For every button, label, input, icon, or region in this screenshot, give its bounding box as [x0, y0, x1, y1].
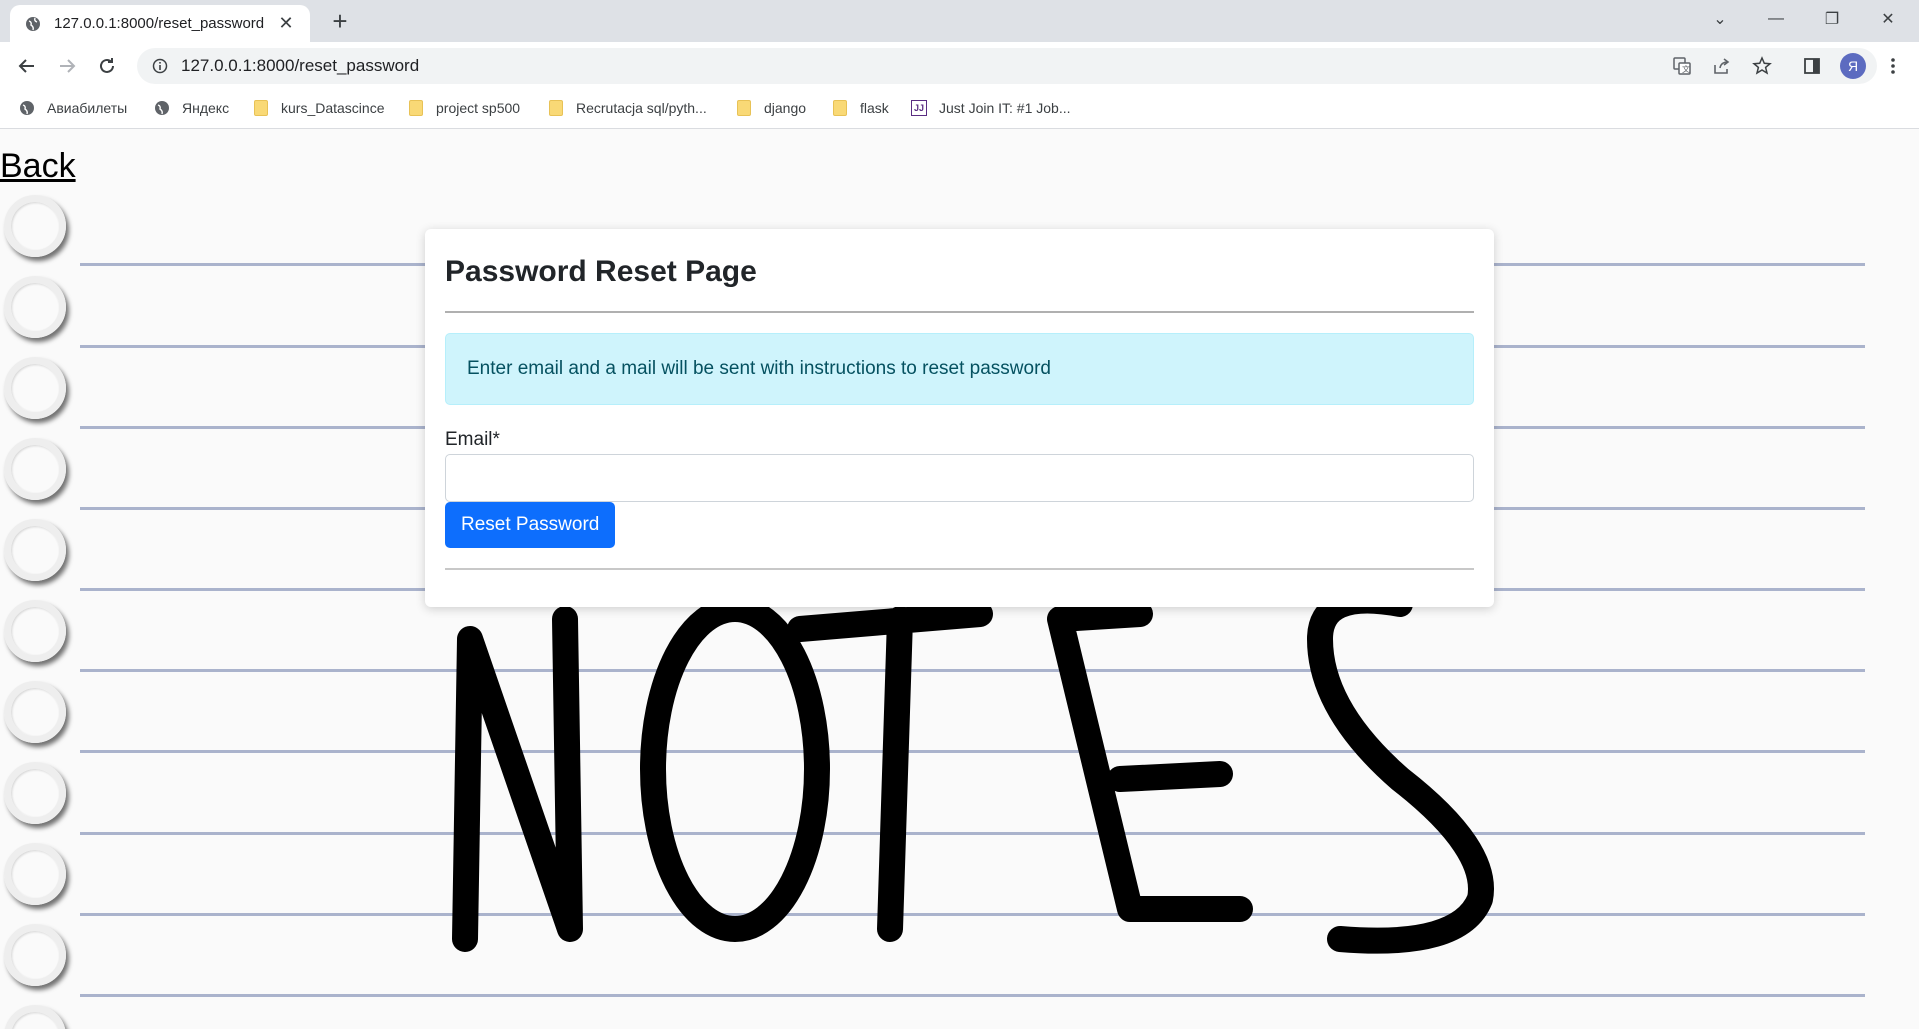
binder-ring [4, 357, 66, 419]
browser-tab[interactable]: 127.0.0.1:8000/reset_password ✕ [10, 5, 310, 42]
tab-title: 127.0.0.1:8000/reset_password [54, 15, 265, 32]
tab-strip: 127.0.0.1:8000/reset_password ✕ + ⌄ — ❐ … [0, 0, 1919, 42]
forward-arrow-icon[interactable] [51, 50, 83, 82]
url-text: 127.0.0.1:8000/reset_password [181, 56, 420, 75]
page-viewport: Back Password Reset Page Enter email and… [0, 129, 1919, 1029]
browser-toolbar: 127.0.0.1:8000/reset_password 文 Я [0, 42, 1919, 88]
reset-password-button[interactable]: Reset Password [445, 502, 616, 548]
folder-icon [736, 100, 752, 116]
bookmark-just-join-it[interactable]: JJ Just Join IT: #1 Job... [911, 96, 1071, 120]
tab-search-chevron-icon[interactable]: ⌄ [1692, 0, 1748, 38]
globe-icon [24, 15, 42, 33]
divider [445, 311, 1474, 313]
restore-button[interactable]: ❐ [1804, 0, 1860, 38]
binder-ring [4, 1005, 66, 1029]
bookmark-yandex[interactable]: Яндекс [154, 96, 229, 120]
reload-icon[interactable] [91, 50, 123, 82]
bookmark-star-icon[interactable] [1746, 50, 1778, 82]
translate-icon[interactable]: 文 [1666, 50, 1698, 82]
folder-icon [408, 100, 424, 116]
binder-ring [4, 843, 66, 905]
globe-icon [19, 100, 35, 116]
binder-ring [4, 681, 66, 743]
folder-icon [253, 100, 269, 116]
binder-ring [4, 195, 66, 257]
bookmarks-bar: Авиабилеты Яндекс kurs_Datascince projec… [0, 88, 1919, 129]
bookmark-label: Авиабилеты [47, 100, 128, 116]
bookmark-aviabilety[interactable]: Авиабилеты [19, 96, 127, 120]
bookmark-label: project sp500 [436, 100, 521, 116]
binder-ring [4, 519, 66, 581]
binder-ring [4, 924, 66, 986]
bookmark-label: Яндекс [182, 100, 230, 116]
email-field[interactable] [445, 454, 1474, 502]
password-reset-card: Password Reset Page Enter email and a ma… [425, 229, 1494, 607]
side-panel-icon[interactable] [1796, 50, 1828, 82]
bookmark-django[interactable]: django [736, 96, 806, 120]
back-arrow-icon[interactable] [11, 50, 43, 82]
profile-avatar[interactable]: Я [1837, 50, 1869, 82]
info-icon[interactable] [151, 57, 169, 75]
binder-ring [4, 762, 66, 824]
bookmark-recrutacja[interactable]: Recrutacja sql/pyth... [548, 96, 707, 120]
folder-icon [548, 100, 564, 116]
folder-icon [832, 100, 848, 116]
bookmark-project-sp500[interactable]: project sp500 [408, 96, 520, 120]
info-alert: Enter email and a mail will be sent with… [445, 333, 1474, 405]
notes-logo-art [452, 599, 1494, 954]
tab-close-icon[interactable]: ✕ [276, 13, 296, 34]
binder-ring [4, 276, 66, 338]
justjoin-icon: JJ [911, 100, 927, 116]
page-title: Password Reset Page [445, 255, 757, 288]
avatar-letter: Я [1840, 53, 1866, 79]
bookmark-kurs-datascince[interactable]: kurs_Datascince [253, 96, 385, 120]
globe-icon [154, 100, 170, 116]
binder-ring [4, 600, 66, 662]
bookmark-label: flask [860, 100, 889, 116]
share-icon[interactable] [1706, 50, 1738, 82]
bookmark-label: kurs_Datascince [281, 100, 385, 116]
email-label: Email* [445, 429, 500, 450]
back-link[interactable]: Back [0, 147, 76, 186]
bookmark-flask[interactable]: flask [832, 96, 889, 120]
new-tab-button[interactable]: + [325, 6, 355, 36]
address-bar[interactable]: 127.0.0.1:8000/reset_password [137, 48, 1877, 84]
minimize-button[interactable]: — [1748, 0, 1804, 38]
bookmark-label: django [764, 100, 807, 116]
close-window-button[interactable]: ✕ [1860, 0, 1916, 38]
bookmark-label: Just Join IT: #1 Job... [939, 100, 1071, 116]
more-menu-icon[interactable] [1877, 50, 1909, 82]
binder-ring [4, 438, 66, 500]
bookmark-label: Recrutacja sql/pyth... [576, 100, 707, 116]
divider [445, 568, 1474, 570]
svg-text:文: 文 [1682, 64, 1690, 74]
